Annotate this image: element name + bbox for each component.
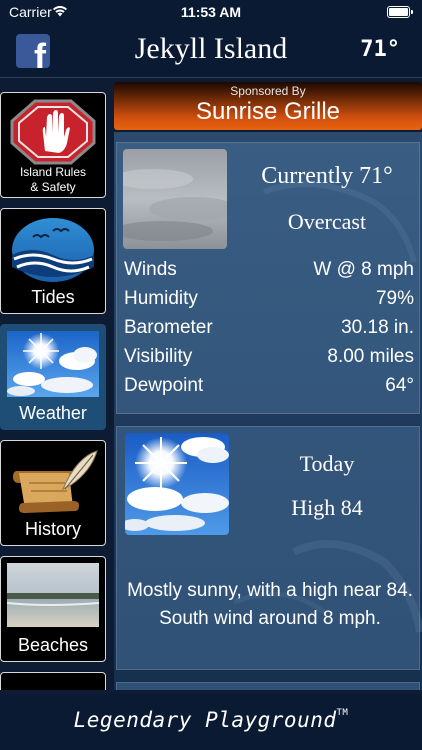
sidebar-item-label: Island Rules & Safety [19,165,87,194]
tagline-text: Legendary Playground [73,708,337,732]
weather-row-visibility: Visibility 8.00 miles [124,346,414,375]
row-value: 30.18 in. [341,317,414,338]
sidebar-item-label: History [24,519,81,539]
status-bar: Carrier 11:53 AM [0,0,422,24]
scroll-quill-icon [13,450,98,513]
row-label: Visibility [124,346,193,367]
forecast-text: Mostly sunny, with a high near 84. South… [127,580,413,629]
app-header: f Jekyll Island 71° [0,24,422,78]
row-value: 79% [375,288,414,309]
sidebar-item-label: Weather [19,403,87,423]
forecast-high: High 84 [291,495,363,520]
battery-icon [387,6,413,18]
current-conditions-card: Currently 71° Overcast Winds W @ 8 mph H… [116,142,420,414]
row-value: W @ 8 mph [313,259,414,280]
row-value: 64° [385,375,414,396]
sponsor-name: Sunrise Grille [195,98,341,125]
row-label: Dewpoint [124,375,204,396]
sidebar-item-label: Beaches [17,635,89,655]
header-temperature: 71° [360,37,400,62]
trademark-mark: TM [336,708,349,718]
row-label: Humidity [124,288,198,309]
sidebar-nav: Island Rules & Safety Tides Weather Hist… [0,86,110,690]
weather-row-humidity: Humidity 79% [124,288,414,317]
overcast-icon [123,149,227,249]
weather-row-dewpoint: Dewpoint 64° [124,375,414,404]
beach-photo-icon [7,563,99,627]
current-temperature-title: Currently 71° [261,163,393,189]
sponsor-caption: Sponsored By [230,84,306,98]
weather-row-winds: Winds W @ 8 mph [124,259,414,288]
current-condition: Overcast [287,209,367,234]
stop-hand-icon [10,99,96,165]
row-label: Winds [124,259,177,280]
clock: 11:53 AM [180,4,242,20]
sidebar-item-tides[interactable]: Tides [0,208,106,314]
sponsor-banner[interactable]: Sponsored By Sunrise Grille [114,82,422,130]
sidebar-item-island-rules[interactable]: Island Rules & Safety [0,92,106,198]
footer-tagline: Legendary PlaygroundTM [0,708,422,732]
sun-clouds-icon [7,331,99,397]
waves-birds-icon [12,218,94,282]
row-label: Barometer [124,317,213,338]
sidebar-item-more[interactable] [0,672,106,690]
forecast-card: Today High 84 Mostly sunny, with a high … [116,426,420,670]
weather-row-barometer: Barometer 30.18 in. [124,317,414,346]
forecast-period: Today [299,451,355,476]
sunny-icon [125,433,229,535]
row-value: 8.00 miles [327,346,414,367]
sidebar-item-beaches[interactable]: Beaches [0,556,106,662]
sidebar-item-label: Tides [31,287,75,307]
page-title: Jekyll Island [134,32,288,65]
weather-content: Currently 71° Overcast Winds W @ 8 mph H… [114,132,422,690]
sidebar-item-weather[interactable]: Weather [0,324,106,430]
sidebar-item-history[interactable]: History [0,440,106,546]
next-forecast-card [116,682,420,690]
footer: Legendary PlaygroundTM [0,694,422,750]
